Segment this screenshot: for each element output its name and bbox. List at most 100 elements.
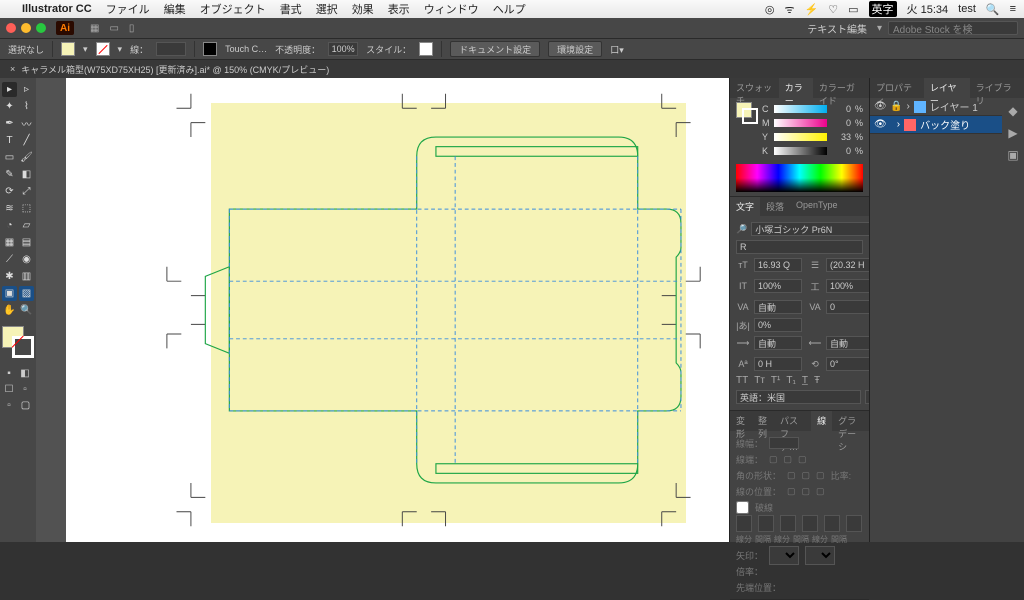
draw-behind-icon[interactable]: ▫ <box>2 398 16 412</box>
m-slider[interactable] <box>774 119 827 127</box>
fill-stroke-control[interactable] <box>2 326 34 358</box>
mesh-tool[interactable]: ▦ <box>2 235 17 250</box>
rectangle-tool[interactable]: ▭ <box>2 150 17 165</box>
layer-row[interactable]: 👁 🔒 › レイヤー 1 ○ <box>870 98 1024 116</box>
color-spectrum[interactable] <box>736 164 863 192</box>
cap-butt-icon[interactable]: ▢ <box>769 454 778 465</box>
strike-icon[interactable]: Ŧ <box>814 375 820 386</box>
bridge-icon[interactable]: ▦ <box>90 23 99 34</box>
stroke-weight-input[interactable] <box>156 42 186 56</box>
menu-window[interactable]: ウィンドウ <box>424 1 479 17</box>
type-tool[interactable]: T <box>2 133 17 148</box>
selection-tool[interactable]: ▸ <box>2 82 17 97</box>
window-controls[interactable] <box>6 23 46 33</box>
opacity-input[interactable] <box>328 42 358 56</box>
tab-paragraph[interactable]: 段落 <box>760 197 790 216</box>
scale-tool[interactable]: ⤢ <box>19 184 34 199</box>
dash-checkbox[interactable] <box>736 501 749 514</box>
vscale-input[interactable] <box>754 279 802 293</box>
visibility-icon[interactable]: 👁 <box>874 101 886 112</box>
fill-chevron-icon[interactable]: ▾ <box>83 44 88 55</box>
join-round-icon[interactable]: ▢ <box>802 470 811 481</box>
ime-indicator[interactable]: 英字 <box>869 1 897 17</box>
menu-file[interactable]: ファイル <box>106 1 150 17</box>
layer-row[interactable]: 👁 › バック塗り ○ <box>870 116 1024 134</box>
join-miter-icon[interactable]: ▢ <box>787 470 796 481</box>
tab-pathfinder[interactable]: パスファ… <box>774 411 811 431</box>
tab-properties[interactable]: プロパティ <box>870 78 924 98</box>
font-size-input[interactable] <box>754 258 802 272</box>
gradient-tool[interactable]: ▤ <box>19 235 34 250</box>
lasso-tool[interactable]: ⌇ <box>19 99 34 114</box>
graph-tool[interactable]: ▥ <box>19 269 34 284</box>
stroke-chevron-icon[interactable]: ▾ <box>118 44 123 55</box>
color-mode-icon[interactable]: ▪ <box>2 366 16 380</box>
panel-icon[interactable]: ◆ <box>1008 104 1017 118</box>
stock-search-input[interactable]: Adobe Stock を検 <box>888 21 1018 35</box>
shaper-tool[interactable]: ✎ <box>2 167 17 182</box>
spotlight-icon[interactable]: 🔍 <box>986 3 1000 16</box>
align-center-icon[interactable]: ▢ <box>787 486 796 497</box>
underline-icon[interactable]: T̲ <box>802 375 808 386</box>
tab-stroke[interactable]: 線 <box>811 411 832 431</box>
workspace-label[interactable]: テキスト編集 <box>807 21 867 36</box>
hscale-input[interactable] <box>826 279 874 293</box>
app-name[interactable]: Illustrator CC <box>22 3 92 15</box>
tab-gradient[interactable]: グラデーシ <box>832 411 869 431</box>
tab-swatches[interactable]: スウォッチ <box>730 78 779 98</box>
menu-select[interactable]: 選択 <box>316 1 338 17</box>
visibility-icon[interactable]: 👁 <box>874 119 886 130</box>
arrow-end-select[interactable] <box>805 546 835 565</box>
brush-swatch[interactable] <box>203 42 217 56</box>
align-icon[interactable]: 口▾ <box>610 43 624 56</box>
y-slider[interactable] <box>774 133 827 141</box>
tab-align[interactable]: 整列 <box>752 411 774 431</box>
free-transform-tool[interactable]: ⬚ <box>19 201 34 216</box>
lock-space[interactable] <box>890 119 893 130</box>
tab-transform[interactable]: 変形 <box>730 411 752 431</box>
workspace-chevron-icon[interactable]: ▾ <box>877 23 882 34</box>
baseline-input[interactable] <box>754 357 802 371</box>
style-swatch[interactable] <box>419 42 433 56</box>
artboard-tool[interactable]: ▣ <box>2 286 17 301</box>
perspective-tool[interactable]: ▱ <box>19 218 34 233</box>
panel-icon[interactable]: ▣ <box>1007 148 1018 162</box>
panel-icon[interactable]: ▶ <box>1008 126 1017 140</box>
eraser-tool[interactable]: ◧ <box>19 167 34 182</box>
canvas-area[interactable] <box>36 78 729 542</box>
c-slider[interactable] <box>774 105 827 113</box>
wifi-icon[interactable]: ᯤ <box>785 2 795 17</box>
font-family-input[interactable] <box>751 222 876 236</box>
layer-name[interactable]: バック塗り <box>920 117 970 132</box>
canvas[interactable] <box>66 78 729 542</box>
k-slider[interactable] <box>774 147 827 155</box>
stroke-swatch[interactable] <box>96 42 110 56</box>
cap-round-icon[interactable]: ▢ <box>784 454 793 465</box>
gradient-mode-icon[interactable]: ◧ <box>18 366 32 380</box>
aki-l-input[interactable] <box>754 336 802 350</box>
symbol-spray-tool[interactable]: ✱ <box>2 269 17 284</box>
screen-mode-icon[interactable]: ▢ <box>18 398 33 413</box>
superscript-icon[interactable]: T¹ <box>771 375 780 386</box>
tracking-input[interactable] <box>826 300 874 314</box>
shape-builder-tool[interactable]: ◔ <box>2 218 17 233</box>
arrange2-icon[interactable]: ▯ <box>129 23 135 34</box>
zoom-tool[interactable]: 🔍 <box>19 303 34 318</box>
tab-character[interactable]: 文字 <box>730 197 760 216</box>
line-tool[interactable]: ╱ <box>19 133 34 148</box>
direct-select-tool[interactable]: ▹ <box>19 82 34 97</box>
font-search-icon[interactable]: 🔎 <box>736 224 747 235</box>
eyedropper-tool[interactable]: ⟋ <box>2 252 17 267</box>
prefs-button[interactable]: 環境設定 <box>548 41 602 57</box>
doc-setup-button[interactable]: ドキュメント設定 <box>450 41 540 57</box>
layer-name[interactable]: レイヤー 1 <box>930 99 978 114</box>
menu-object[interactable]: オブジェクト <box>200 1 266 17</box>
tab-colorguide[interactable]: カラーガイド <box>813 78 869 98</box>
menu-edit[interactable]: 編集 <box>164 1 186 17</box>
fill-swatch[interactable] <box>61 42 75 56</box>
width-tool[interactable]: ≋ <box>2 201 17 216</box>
slice-tool[interactable]: ▨ <box>19 286 34 301</box>
aki-input[interactable] <box>754 318 802 332</box>
brush-tool[interactable]: 🖌 <box>19 150 34 165</box>
menu-help[interactable]: ヘルプ <box>493 1 526 17</box>
